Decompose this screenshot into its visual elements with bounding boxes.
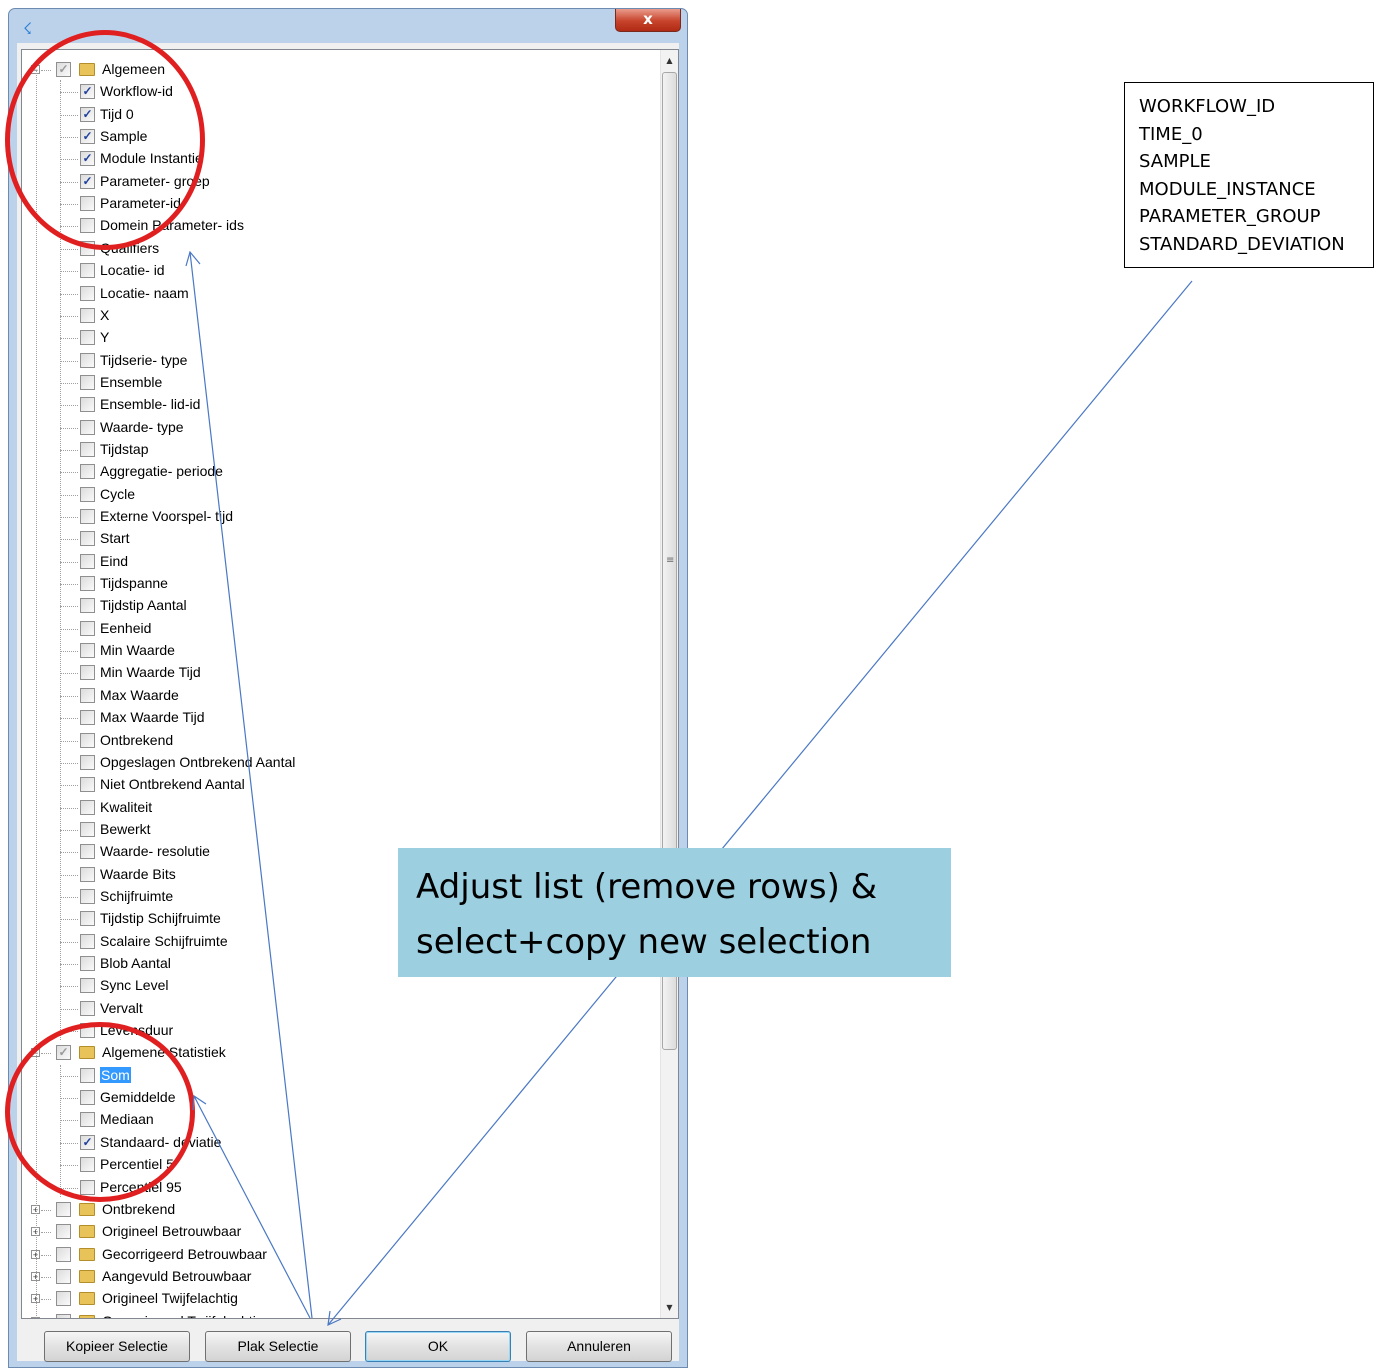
- callout-line-1: Adjust list (remove rows) &: [416, 867, 878, 907]
- note-line: TIME_0: [1139, 123, 1203, 145]
- note-line: MODULE_INSTANCE: [1139, 178, 1316, 200]
- arrow-to-statistics: [193, 1095, 311, 1319]
- note-line: WORKFLOW_ID: [1139, 96, 1276, 117]
- note-line: STANDARD_DEVIATION: [1139, 233, 1345, 255]
- arrowhead-top-icon: [185, 250, 201, 267]
- note-line: SAMPLE: [1139, 151, 1211, 172]
- note-line: PARAMETER_GROUP: [1139, 206, 1321, 227]
- arrow-from-note: [327, 280, 1193, 1326]
- instruction-callout: Adjust list (remove rows) & select+copy …: [398, 848, 951, 977]
- callout-line-2: select+copy new selection: [416, 922, 872, 962]
- column-names-note: WORKFLOW_ID TIME_0 SAMPLE MODULE_INSTANC…: [1124, 82, 1374, 268]
- arrow-to-top-list: [189, 251, 313, 1319]
